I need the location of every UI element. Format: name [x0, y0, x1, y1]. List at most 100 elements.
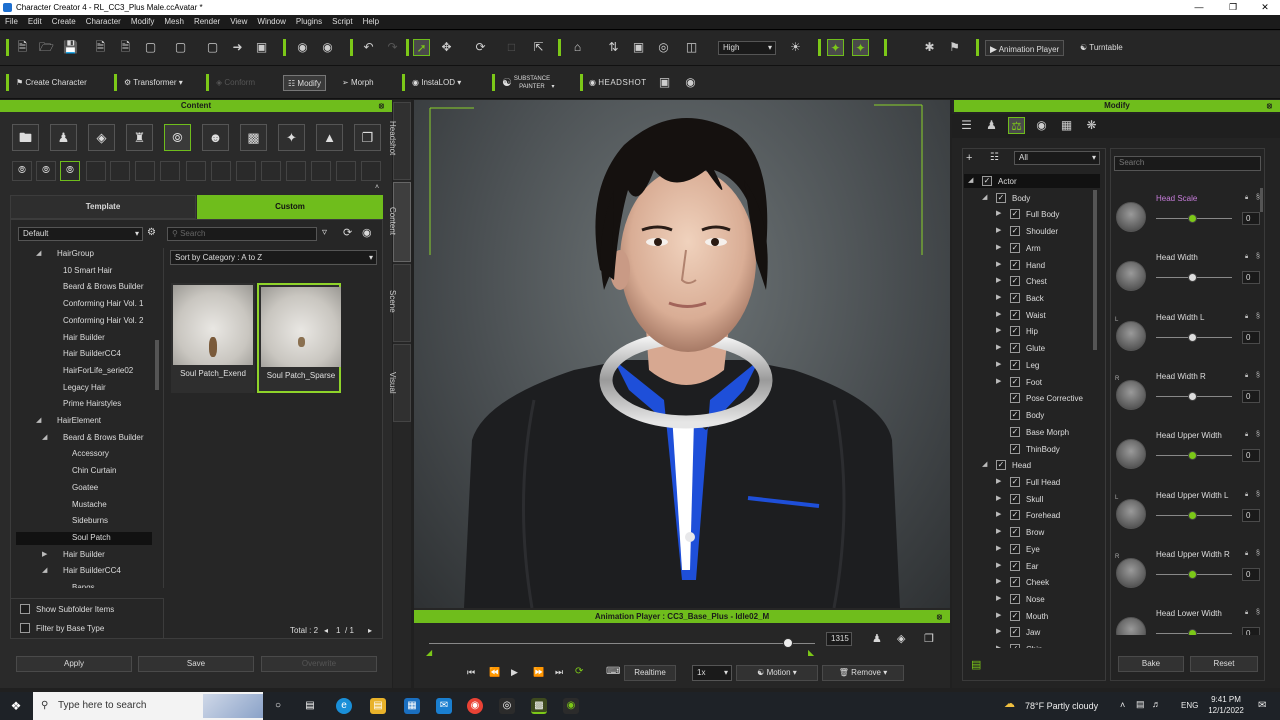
collapsed-arrow-icon[interactable]: ▶	[996, 544, 1001, 552]
slider-value-field[interactable]: 0	[1242, 508, 1260, 522]
tab-visual[interactable]: Visual	[388, 344, 411, 422]
loop-icon[interactable]: ⟳	[575, 666, 583, 677]
send-icon[interactable]: ➜	[229, 39, 246, 56]
tray-chevron-icon[interactable]: ˄	[1120, 700, 1125, 710]
tab-custom[interactable]: Custom	[197, 195, 383, 219]
close-window-button[interactable]: ✕	[1250, 1, 1280, 14]
morph-checkbox[interactable]: ✓	[1010, 527, 1020, 538]
morph-tree-item[interactable]: ▶ ✓ Mouth	[964, 609, 1100, 623]
open-project-icon[interactable]: 🗁	[38, 39, 55, 56]
go-end-icon[interactable]: ⏭	[555, 667, 563, 678]
morph-checkbox[interactable]: ✓	[982, 176, 992, 186]
home-view-icon[interactable]: ⌂	[569, 39, 586, 56]
morph-tree-item[interactable]: ▶ ✓ Hip	[964, 324, 1100, 338]
camera-icon[interactable]: ◉	[319, 39, 336, 56]
edit-list-icon[interactable]: ☷	[990, 152, 999, 163]
morph-checkbox[interactable]: ✓	[996, 192, 1006, 203]
refresh-icon[interactable]: ⟳	[343, 226, 352, 239]
instalod-button[interactable]: ◉ InstaLOD ▾	[412, 75, 461, 91]
menu-character[interactable]: Character	[81, 15, 126, 26]
menu-view[interactable]: View	[225, 15, 252, 26]
motion-button[interactable]: ☯ Motion ▾	[736, 665, 818, 681]
bake-button[interactable]: Bake	[1118, 656, 1184, 672]
save-project-icon[interactable]: 💾	[62, 39, 79, 56]
tree-item[interactable]: Sideburns	[16, 515, 152, 528]
collapsed-arrow-icon[interactable]: ▶	[996, 326, 1001, 334]
timeline-track[interactable]	[429, 643, 815, 644]
undo-icon[interactable]: ↶	[360, 39, 377, 56]
link-icon[interactable]: §	[1256, 491, 1260, 498]
morph-checkbox[interactable]: ✓	[1010, 493, 1020, 504]
filter-icon[interactable]: ▿	[322, 227, 327, 238]
lock-icon[interactable]: 🔒︎	[1245, 432, 1248, 439]
collapsed-arrow-icon[interactable]: ▶	[996, 276, 1001, 284]
content-item[interactable]: Soul Patch_Exend	[171, 283, 255, 393]
ik-mode-icon[interactable]: ✦	[827, 39, 844, 56]
morph-tree-item[interactable]: ▶ ✓ Jaw	[964, 625, 1100, 639]
new-project-icon[interactable]: 🗎	[14, 39, 31, 56]
expression-tab-icon[interactable]: ◉	[1033, 117, 1050, 134]
character-creator-icon[interactable]: ▩	[531, 698, 547, 714]
widgets-icon[interactable]: ▤	[302, 698, 318, 714]
morph-checkbox[interactable]: ✓	[1010, 309, 1020, 320]
characters-icon[interactable]: ♟	[50, 124, 77, 151]
store-icon[interactable]: ▦	[404, 698, 420, 714]
tree-item[interactable]: Conforming Hair Vol. 1	[16, 298, 152, 311]
collapsed-arrow-icon[interactable]: ▶	[996, 644, 1001, 648]
collapsed-arrow-icon[interactable]: ▶	[996, 310, 1001, 318]
morph-tree-item[interactable]: ▶ ✓ Ear	[964, 559, 1100, 573]
morph-tree-item[interactable]: ▶ ✓ Cheek	[964, 575, 1100, 589]
speed-dropdown[interactable]: 1x ▾	[692, 665, 732, 681]
morph-tree-item[interactable]: ◢ ✓ Body	[964, 191, 1100, 205]
redo-icon[interactable]: ↷	[384, 39, 401, 56]
maximize-button[interactable]: ❐	[1218, 1, 1248, 14]
clock-time[interactable]: 9:41 PM	[1206, 695, 1246, 704]
export-obj-icon[interactable]: ▢	[142, 39, 159, 56]
quality-dropdown[interactable]: High ▾	[718, 41, 776, 55]
morph-tree-item[interactable]: ▶ ✓ Full Head	[964, 475, 1100, 489]
morph-checkbox[interactable]: ✓	[1010, 359, 1020, 370]
conform-button[interactable]: ◈ Conform	[216, 75, 255, 91]
mail-icon[interactable]: ✉	[436, 698, 452, 714]
menu-modify[interactable]: Modify	[126, 15, 160, 26]
import-file-icon[interactable]: 🗎	[92, 39, 109, 56]
menu-script[interactable]: Script	[327, 15, 357, 26]
frame-selected-icon[interactable]: ▣	[630, 39, 647, 56]
remove-button[interactable]: 🗑 Remove ▾	[822, 665, 904, 681]
lock-icon[interactable]: 🔒︎	[1245, 551, 1248, 558]
export-fbx-icon[interactable]: ▢	[172, 39, 189, 56]
collapsed-arrow-icon[interactable]: ▶	[996, 627, 1001, 635]
expanded-arrow-icon[interactable]: ◢	[42, 433, 47, 441]
morph-checkbox[interactable]: ✓	[1010, 594, 1020, 604]
link-icon[interactable]: §	[1256, 550, 1260, 557]
collapsed-arrow-icon[interactable]: ▶	[996, 510, 1001, 518]
tree-item[interactable]: ◢ Hair BuilderCC4	[16, 565, 152, 578]
morph-tree-item[interactable]: ▶ ✓ Chest	[964, 274, 1100, 288]
splitter[interactable]	[163, 248, 164, 588]
morph-checkbox[interactable]: ✓	[1010, 242, 1020, 253]
tree-item[interactable]: 10 Smart Hair	[16, 265, 152, 278]
collapsed-arrow-icon[interactable]: ▶	[996, 243, 1001, 251]
menu-edit[interactable]: Edit	[23, 15, 47, 26]
fit-view-icon[interactable]: ⇅	[605, 39, 622, 56]
chrome-icon[interactable]: ◉	[467, 698, 483, 714]
light-icon[interactable]: ☀	[787, 39, 804, 56]
hair-base-icon[interactable]: ⦾	[12, 161, 32, 181]
move-tool-icon[interactable]: ✥	[438, 39, 455, 56]
tree-item[interactable]: Legacy Hair	[16, 382, 152, 395]
iclone-icon[interactable]: ◉	[563, 698, 579, 714]
lock-icon[interactable]: 🔒︎	[1245, 195, 1248, 202]
content-item-selected[interactable]: Soul Patch_Sparse	[257, 283, 341, 393]
tree-item[interactable]: Accessory	[16, 448, 152, 461]
prev-frame-icon[interactable]: ⏪	[489, 667, 500, 678]
export-usd-icon[interactable]: ▢	[204, 39, 221, 56]
slider-knob[interactable]	[1188, 273, 1197, 283]
tab-headshot[interactable]: Headshot	[388, 102, 411, 180]
search-input[interactable]: ⚲ Search	[167, 227, 317, 241]
morph-checkbox[interactable]: ✓	[1010, 510, 1020, 521]
expanded-arrow-icon[interactable]: ◢	[968, 176, 973, 184]
morph-checkbox[interactable]: ✓	[1010, 426, 1020, 437]
folder-dropdown[interactable]: Default ▾	[18, 227, 143, 241]
collapsed-arrow-icon[interactable]: ▶	[996, 209, 1001, 217]
layers-icon[interactable]: ❐	[354, 124, 381, 151]
